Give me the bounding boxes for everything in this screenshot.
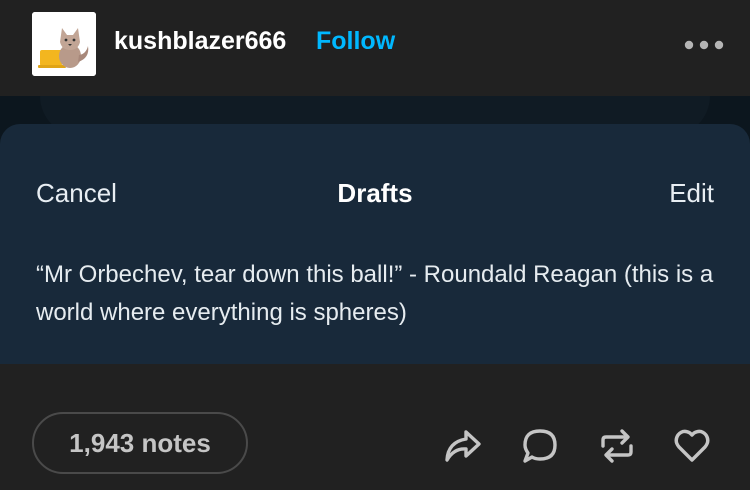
reblog-icon[interactable] [597,426,637,466]
drafts-title: Drafts [337,178,413,208]
comment-icon[interactable] [520,426,560,466]
post-image: Cancel Drafts Edit “Mr Orbechev, tear do… [0,96,750,364]
share-icon[interactable] [442,426,482,466]
edit-button[interactable]: Edit [669,178,714,209]
post-footer: 1,943 notes [0,364,750,490]
post-header: kushblazer666 Follow [0,0,750,96]
username[interactable]: kushblazer666 [114,27,286,56]
more-dots-icon[interactable] [683,34,725,56]
heart-icon[interactable] [672,426,712,466]
drafts-sheet: Cancel Drafts Edit “Mr Orbechev, tear do… [0,124,750,364]
fox-avatar-icon[interactable] [32,12,96,76]
notes-button[interactable]: 1,943 notes [32,412,248,474]
draft-item[interactable]: “Mr Orbechev, tear down this ball!” - Ro… [36,256,726,332]
follow-button[interactable]: Follow [316,27,395,56]
